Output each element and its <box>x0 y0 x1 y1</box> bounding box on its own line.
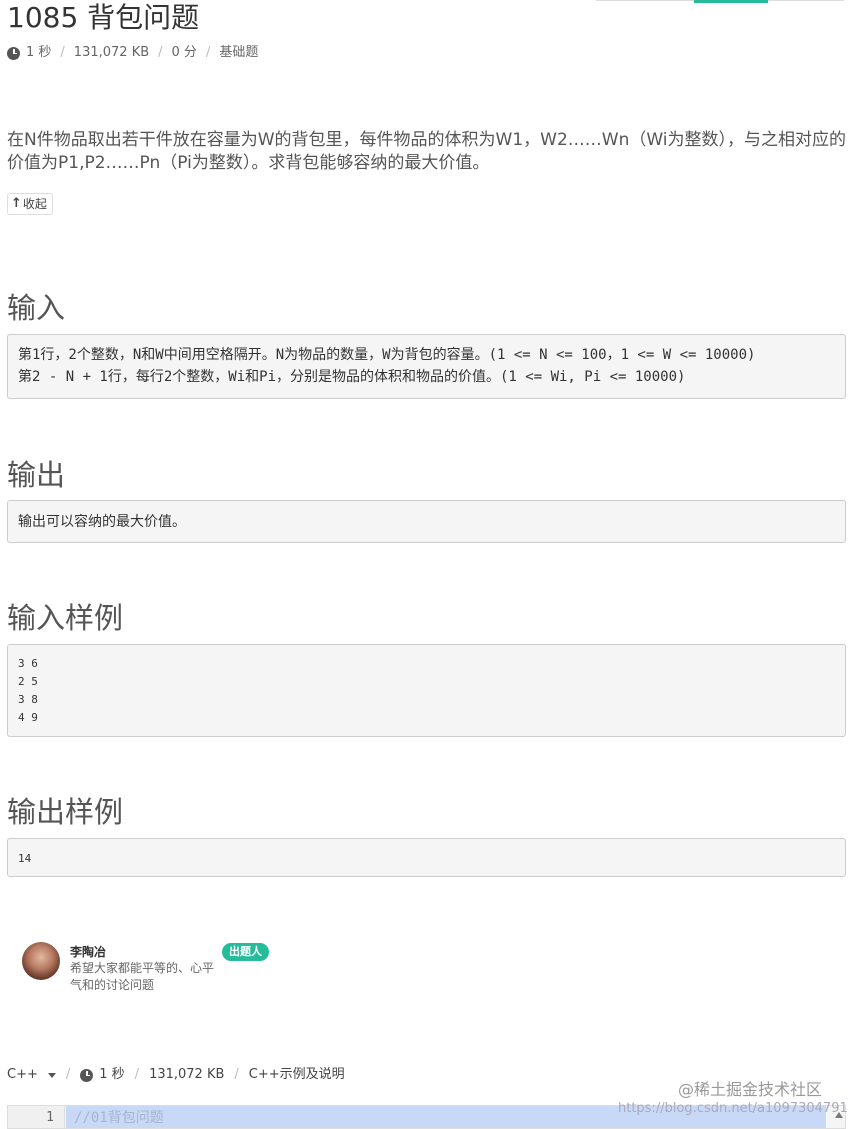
input-description-box: 第1行，2个整数，N和W中间用空格隔开。N为物品的数量，W为背包的容量。(1 <… <box>7 334 846 399</box>
separator: / <box>205 45 211 60</box>
editor-toolbar: C++ / 1 秒 / 131,072 KB / C++示例及说明 <box>7 1066 345 1084</box>
author-bio: 希望大家都能平等的、心平气和的讨论问题 <box>70 961 215 992</box>
input-line: 第2 - N + 1行，每行2个整数，Wi和Pi，分别是物品的体积和物品的价值。… <box>18 369 686 385</box>
author-name[interactable]: 李陶冶 <box>70 944 106 960</box>
author-card: 李陶冶 希望大家都能平等的、心平气和的讨论问题 出题人 <box>22 940 282 1000</box>
language-label: C++ <box>7 1067 38 1082</box>
input-line: 第1行，2个整数，N和W中间用空格隔开。N为物品的数量，W为背包的容量。(1 <… <box>18 347 756 363</box>
sample-input-line: 2 5 <box>18 675 38 688</box>
problem-description: 在N件物品取出若干件放在容量为W的背包里，每件物品的体积为W1，W2……Wn（W… <box>7 130 847 173</box>
sample-input-title: 输入样例 <box>7 601 124 635</box>
url-watermark: https://blog.csdn.net/a1097304791 <box>618 1101 848 1116</box>
separator: / <box>234 1067 239 1082</box>
input-section-title: 输入 <box>7 291 66 325</box>
language-select[interactable]: C++ <box>7 1066 56 1084</box>
collapse-label: 收起 <box>22 197 47 211</box>
editor-time-limit: 1 秒 <box>99 1067 125 1082</box>
arrow-up-icon: ↑ <box>11 196 22 211</box>
chevron-down-icon <box>47 1072 56 1078</box>
sample-output-title: 输出样例 <box>7 795 124 829</box>
sample-input-line: 3 6 <box>18 657 38 670</box>
line-number: 1 <box>8 1106 65 1128</box>
separator: / <box>158 45 163 60</box>
top-tabs <box>596 0 846 3</box>
time-limit: 1 秒 <box>26 45 52 60</box>
difficulty[interactable]: 基础题 <box>219 44 258 62</box>
editor-memory-limit: 131,072 KB <box>149 1067 225 1082</box>
tab-underline-1[interactable] <box>596 0 694 1</box>
avatar[interactable] <box>22 942 60 980</box>
memory-limit: 131,072 KB <box>73 45 150 60</box>
author-badge: 出题人 <box>222 943 269 961</box>
problem-meta: 1 秒 / 131,072 KB / 0 分 / 基础题 <box>7 44 258 62</box>
sample-input-line: 4 9 <box>18 711 38 724</box>
site-watermark: @稀土掘金技术社区 <box>678 1080 823 1099</box>
output-text: 输出可以容纳的最大价值。 <box>18 514 186 530</box>
separator: / <box>134 1067 140 1082</box>
sample-output-box: 14 <box>7 838 846 877</box>
tab-underline-active[interactable] <box>694 0 768 3</box>
sample-input-box: 3 6 2 5 3 8 4 9 <box>7 644 846 737</box>
tab-underline-3[interactable] <box>768 0 844 1</box>
example-link[interactable]: C++示例及说明 <box>249 1066 345 1084</box>
clock-icon <box>80 1068 94 1082</box>
page-title: 1085 背包问题 <box>7 1 200 34</box>
collapse-button[interactable]: ↑ 收起 <box>7 193 53 215</box>
sample-output-text: 14 <box>18 852 32 865</box>
clock-icon <box>7 46 20 60</box>
sample-input-line: 3 8 <box>18 693 38 706</box>
score: 0 分 <box>171 45 197 60</box>
separator: / <box>60 45 65 60</box>
output-section-title: 输出 <box>7 458 66 492</box>
separator: / <box>65 1067 71 1082</box>
output-description-box: 输出可以容纳的最大价值。 <box>7 500 846 543</box>
